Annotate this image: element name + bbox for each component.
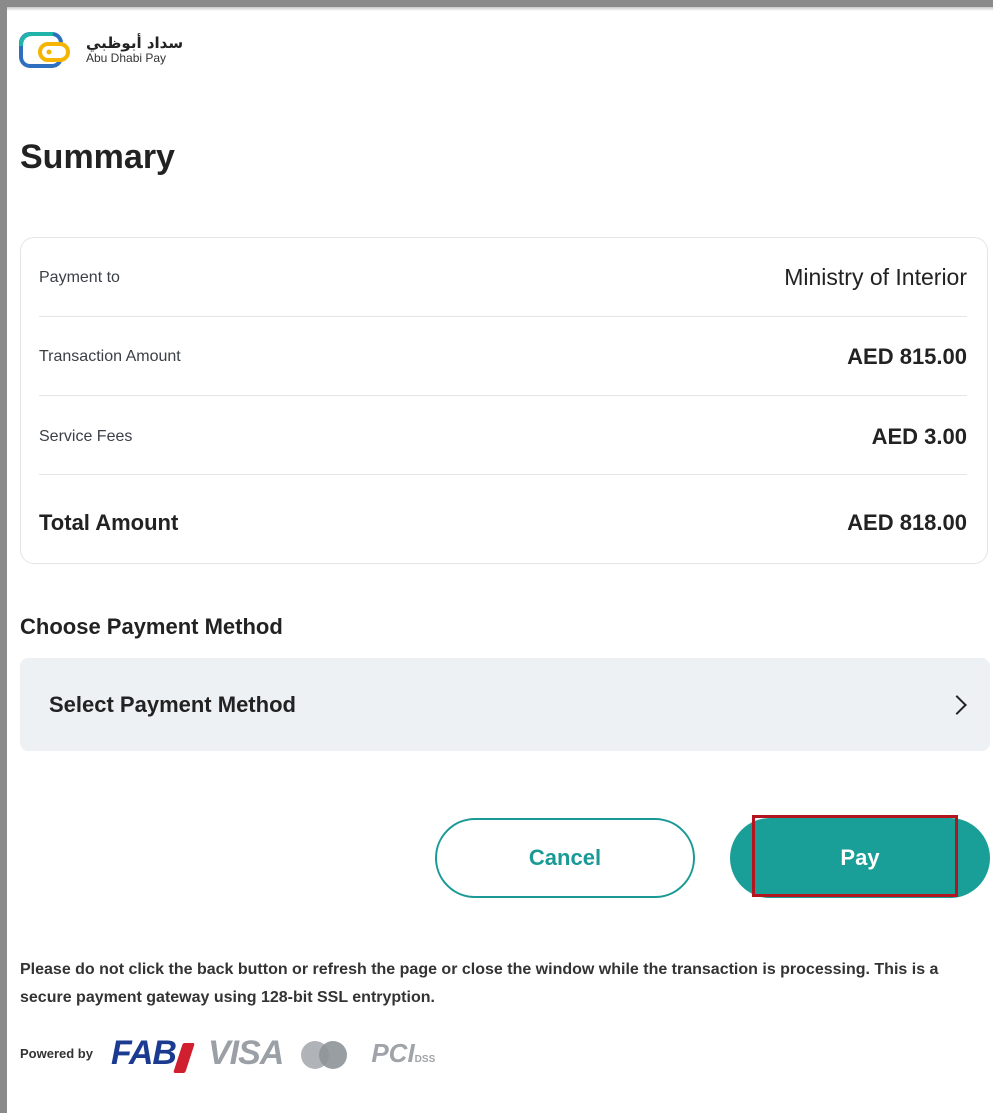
summary-row-transaction-amount: Transaction Amount AED 815.00 (39, 344, 967, 370)
dss-logo-text: DSS (414, 1054, 436, 1065)
fab-logo: FAB (110, 1034, 195, 1073)
brand-arabic-name: سداد أبوظبي (86, 34, 184, 53)
total-amount-label: Total Amount (39, 510, 179, 535)
payment-to-value: Ministry of Interior (784, 264, 967, 290)
summary-row-service-fees: Service Fees AED 3.00 (39, 424, 967, 450)
window-frame-left (0, 0, 7, 1113)
security-disclaimer: Please do not click the back button or r… (20, 961, 939, 1006)
fab-logo-text: FAB (110, 1034, 177, 1072)
mastercard-logo-icon (301, 1037, 353, 1071)
service-fees-label: Service Fees (39, 428, 133, 445)
chevron-right-icon (947, 694, 967, 715)
payment-method-heading: Choose Payment Method (20, 614, 283, 639)
payment-to-label: Payment to (39, 268, 120, 286)
wallet-logo-icon (19, 32, 70, 68)
transaction-amount-value: AED 815.00 (847, 344, 967, 369)
window-frame-top (0, 0, 993, 11)
select-payment-method-button[interactable]: Select Payment Method (20, 658, 990, 751)
fab-flag-icon (173, 1043, 195, 1073)
powered-by-label: Powered by (20, 1046, 93, 1061)
summary-divider (39, 474, 967, 475)
cancel-button[interactable]: Cancel (435, 818, 695, 898)
brand-english-name: Abu Dhabi Pay (86, 50, 167, 65)
summary-divider (39, 316, 967, 317)
pci-dss-logo: PCIDSS (371, 1038, 435, 1069)
transaction-amount-label: Transaction Amount (39, 348, 181, 365)
footer-payment-logos: Powered by FAB VISA PCIDSS (20, 1034, 435, 1073)
service-fees-value: AED 3.00 (871, 424, 967, 449)
total-amount-value: AED 818.00 (847, 510, 967, 535)
visa-logo: VISA (207, 1034, 284, 1072)
summary-card: Payment to Ministry of Interior Transact… (20, 237, 988, 564)
abu-dhabi-pay-logo: سداد أبوظبي Abu Dhabi Pay (18, 28, 183, 72)
summary-divider (39, 395, 967, 396)
page-title: Summary (20, 138, 175, 176)
pci-logo-text: PCI (371, 1038, 415, 1068)
select-payment-method-label: Select Payment Method (49, 691, 296, 717)
summary-row-total: Total Amount AED 818.00 (39, 510, 967, 536)
pay-button-highlight (752, 815, 958, 897)
summary-row-payment-to: Payment to Ministry of Interior (39, 264, 967, 291)
